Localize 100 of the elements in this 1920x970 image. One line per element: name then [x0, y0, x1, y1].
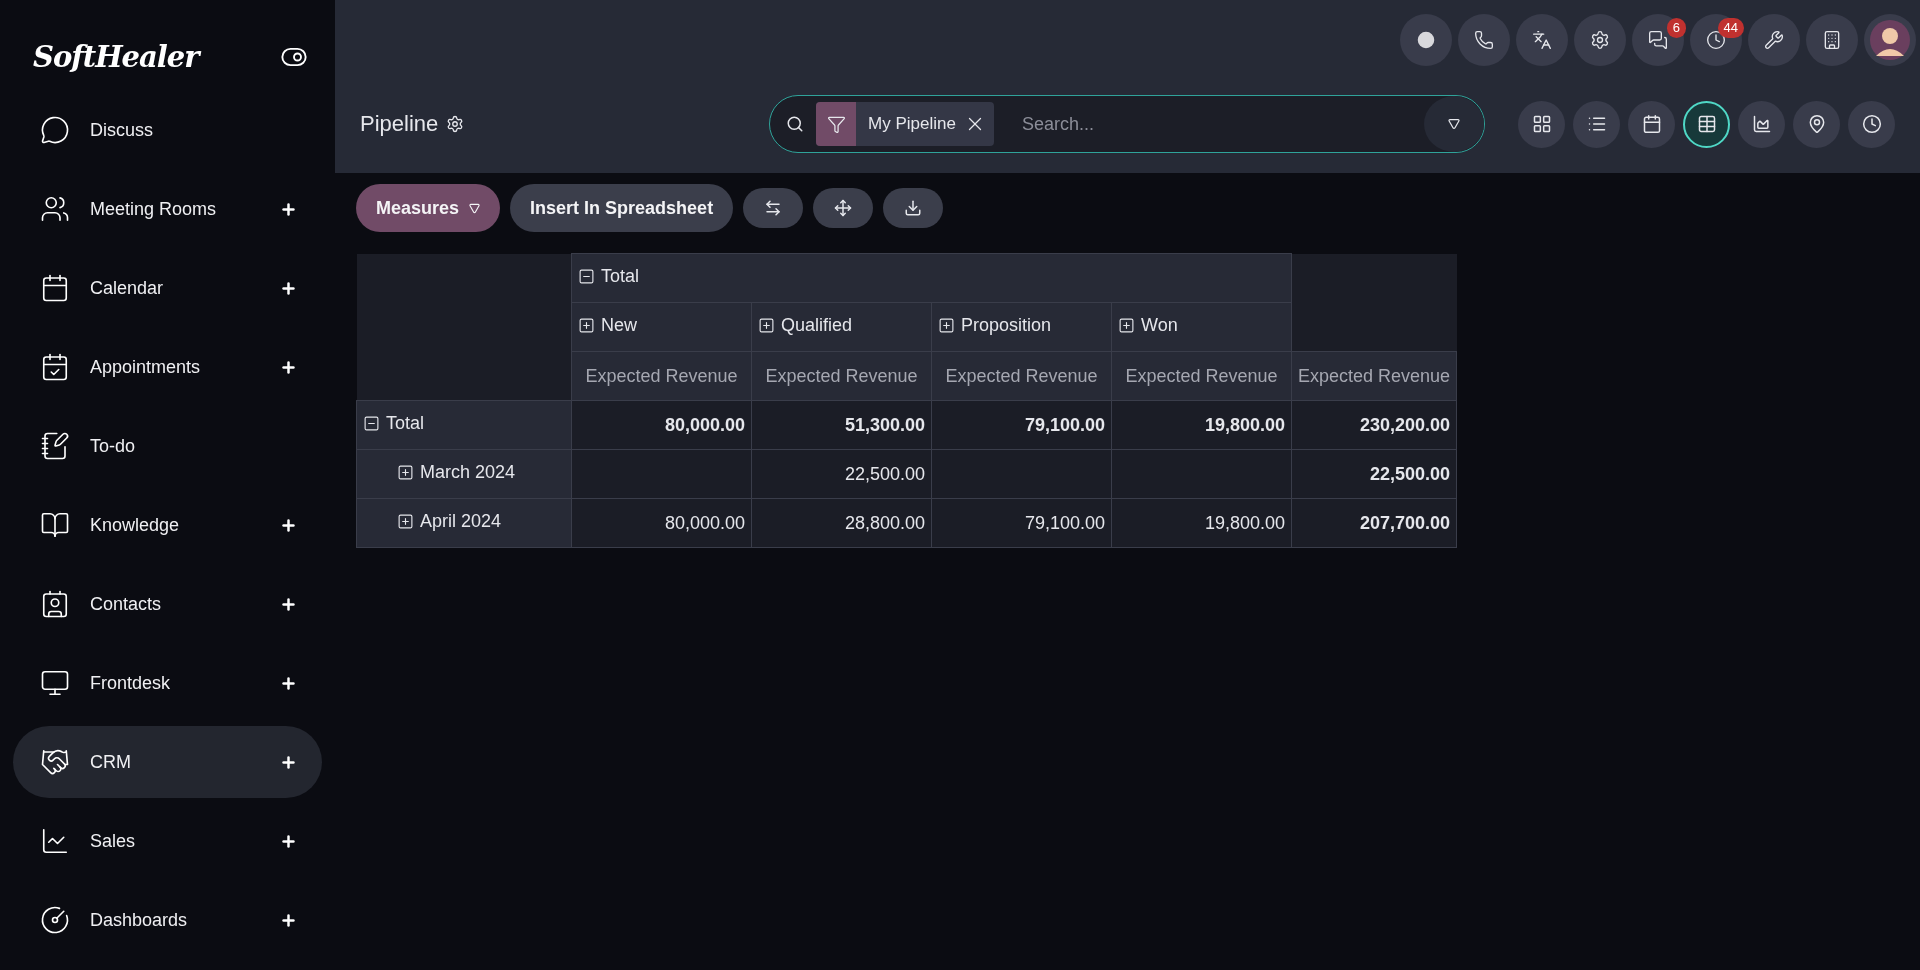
row-header[interactable]: Total — [356, 400, 572, 450]
swap-button[interactable] — [743, 188, 804, 228]
table-icon — [1696, 114, 1717, 134]
view-button[interactable] — [1793, 100, 1840, 148]
gauge-icon — [40, 905, 70, 935]
view-button[interactable] — [1573, 100, 1620, 148]
move-icon — [834, 199, 853, 217]
caret-icon — [1448, 118, 1460, 130]
table-cell: 80,000.00 — [571, 400, 752, 450]
view-button[interactable] — [1683, 100, 1730, 148]
row-header[interactable]: March 2024 — [356, 449, 572, 499]
book-icon — [40, 510, 70, 540]
header-label: Proposition — [961, 315, 1052, 336]
notepad-pen-icon — [40, 431, 70, 461]
monitor-icon — [40, 668, 70, 698]
table-cell: 22,500.00 — [1291, 449, 1457, 499]
table-cell: 79,100.00 — [931, 498, 1112, 548]
row-label: March 2024 — [420, 462, 516, 483]
settings-button[interactable] — [1574, 14, 1626, 66]
view-button[interactable] — [1518, 100, 1565, 148]
menu-item[interactable]: Sales — [13, 805, 322, 877]
menu-label: CRM — [90, 751, 132, 773]
menu-item[interactable]: To-do — [13, 410, 322, 482]
table-cell: 79,100.00 — [931, 400, 1112, 450]
measure-header: Expected Revenue — [1291, 351, 1457, 401]
dropdown-button[interactable] — [1424, 96, 1484, 152]
view-button[interactable] — [1738, 100, 1785, 148]
plus-icon[interactable] — [280, 200, 297, 218]
handshake-icon — [40, 747, 70, 777]
column-header[interactable]: Proposition — [931, 302, 1112, 352]
translate-button[interactable] — [1516, 14, 1568, 66]
insert-button[interactable]: Insert In Spreadsheet — [510, 184, 734, 232]
menu-item[interactable]: Discuss — [13, 94, 322, 166]
clock-icon — [1706, 30, 1726, 50]
expand-icon[interactable] — [397, 513, 414, 530]
plus-icon[interactable] — [280, 674, 297, 692]
row-label: April 2024 — [420, 511, 502, 532]
menu-item[interactable]: Frontdesk — [13, 647, 322, 719]
messages-button[interactable]: 6 — [1632, 14, 1684, 66]
avatar[interactable] — [1864, 14, 1916, 66]
plus-icon[interactable] — [280, 911, 297, 929]
plus-icon[interactable] — [280, 358, 297, 376]
column-header[interactable]: New — [571, 302, 752, 352]
row-header[interactable]: April 2024 — [356, 498, 572, 548]
settings-icon[interactable] — [446, 115, 465, 133]
expand-icon[interactable] — [1118, 317, 1135, 334]
collapse-icon[interactable] — [578, 268, 595, 285]
expand-icon[interactable] — [578, 317, 595, 334]
line-chart-icon — [40, 826, 70, 856]
expand-icon[interactable] — [397, 464, 414, 481]
phone-button[interactable] — [1458, 14, 1510, 66]
menu-label: Frontdesk — [90, 672, 172, 694]
table-cell: 19,800.00 — [1111, 400, 1292, 450]
status-button[interactable] — [1400, 14, 1452, 66]
plus-icon[interactable] — [280, 279, 297, 297]
expand-icon[interactable] — [758, 317, 775, 334]
view-button[interactable] — [1628, 100, 1675, 148]
column-header[interactable]: Won — [1111, 302, 1292, 352]
column-header[interactable]: Total — [571, 253, 1292, 303]
menu-item[interactable]: CRM — [13, 726, 322, 798]
menu-item[interactable]: Contacts — [13, 568, 322, 640]
menu-label: To-do — [90, 435, 137, 457]
plus-icon[interactable] — [280, 595, 297, 613]
calendar-icon — [40, 273, 70, 303]
menu-item[interactable]: Knowledge — [13, 489, 322, 561]
table-cell: 80,000.00 — [571, 498, 752, 548]
list-icon — [1586, 114, 1607, 134]
search-field[interactable]: My Pipeline Search... — [769, 95, 1485, 153]
chat-icon — [40, 115, 70, 145]
expand-all-button[interactable] — [813, 188, 874, 228]
activity-button[interactable]: 44 — [1690, 14, 1742, 66]
table-cell: 22,500.00 — [751, 449, 932, 499]
building-icon — [1822, 30, 1842, 50]
wrench-icon — [1764, 30, 1784, 50]
calendar-check-icon — [40, 352, 70, 382]
column-header[interactable]: Qualified — [751, 302, 932, 352]
menu-label: Contacts — [90, 593, 163, 615]
menu-item[interactable]: Dashboards — [13, 884, 322, 956]
grid-icon — [1531, 114, 1552, 134]
people-icon — [40, 194, 70, 224]
menu-item[interactable]: Calendar — [13, 252, 322, 324]
page-title: Pipeline — [360, 111, 439, 137]
plus-icon[interactable] — [280, 753, 297, 771]
expand-icon[interactable] — [938, 317, 955, 334]
measures-button[interactable]: Measures — [356, 184, 501, 232]
download-button[interactable] — [883, 188, 944, 228]
row-label: Total — [386, 413, 425, 434]
calendar-icon — [1641, 114, 1662, 134]
view-button[interactable] — [1848, 100, 1895, 148]
menu-item[interactable]: Meeting Rooms — [13, 173, 322, 245]
menu-item[interactable]: Appointments — [13, 331, 322, 403]
tools-button[interactable] — [1748, 14, 1800, 66]
collapse-icon[interactable] — [363, 415, 380, 432]
search-input[interactable]: Search... — [1019, 112, 1424, 136]
company-button[interactable] — [1806, 14, 1858, 66]
download-icon — [904, 199, 923, 217]
plus-icon[interactable] — [280, 516, 297, 534]
plus-icon[interactable] — [280, 832, 297, 850]
menu-label: Meeting Rooms — [90, 198, 218, 220]
search-icon — [786, 115, 804, 133]
